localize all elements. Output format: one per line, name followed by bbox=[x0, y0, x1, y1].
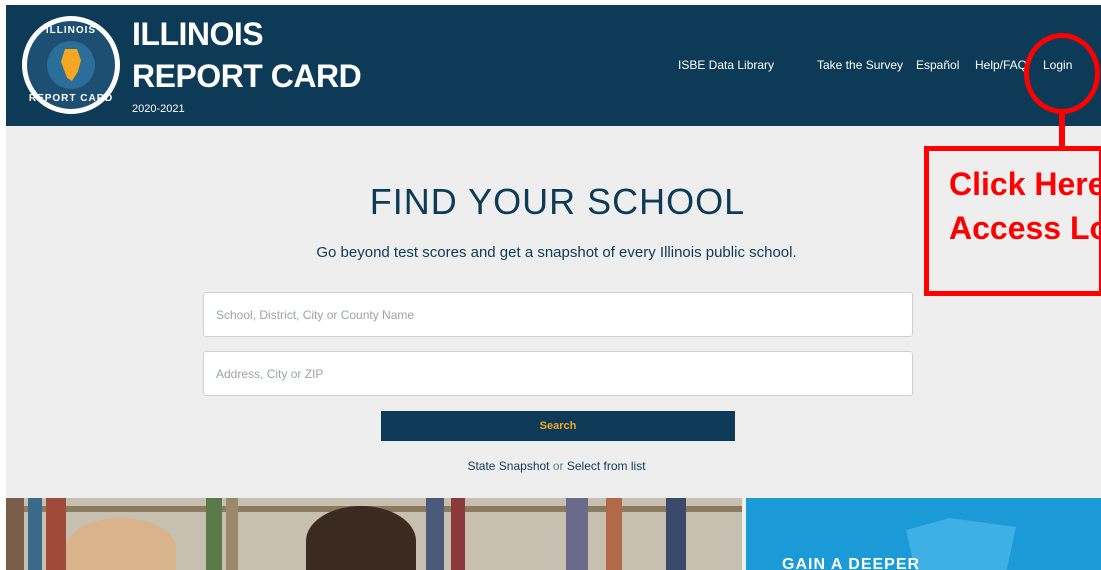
address-field[interactable] bbox=[203, 351, 913, 396]
hero-photo bbox=[6, 498, 742, 570]
page: ILLINOIS REPORT CARD ILLINOIS REPORT CAR… bbox=[6, 5, 1101, 570]
book bbox=[206, 498, 222, 570]
book bbox=[28, 498, 42, 570]
annotation-circle bbox=[1024, 33, 1100, 114]
book bbox=[566, 498, 588, 570]
brand-title-line2[interactable]: REPORT CARD bbox=[132, 59, 362, 93]
search-button[interactable]: Search bbox=[381, 411, 735, 441]
alt-links: State Snapshot or Select from list bbox=[6, 459, 1101, 473]
page-title: FIND YOUR SCHOOL bbox=[369, 181, 746, 222]
school-name-input[interactable] bbox=[204, 293, 912, 336]
nav-help-faq[interactable]: Help/FAQ bbox=[975, 58, 1027, 76]
book bbox=[426, 498, 444, 570]
book bbox=[226, 498, 238, 570]
school-name-field[interactable] bbox=[203, 292, 913, 337]
site-header: ILLINOIS REPORT CARD ILLINOIS REPORT CAR… bbox=[6, 5, 1101, 126]
book bbox=[451, 498, 465, 570]
nav-isbe-data-library[interactable]: ISBE Data Library bbox=[678, 58, 774, 76]
student-photo bbox=[66, 518, 176, 570]
teacher-photo bbox=[306, 506, 416, 570]
address-input[interactable] bbox=[204, 352, 912, 395]
promo-heading: GAIN A DEEPER bbox=[782, 556, 921, 570]
illinois-state-icon bbox=[61, 49, 81, 81]
promo-panel[interactable]: GAIN A DEEPER bbox=[746, 498, 1101, 570]
book bbox=[6, 498, 24, 570]
select-from-list-link[interactable]: Select from list bbox=[567, 459, 646, 473]
page-subtitle: Go beyond test scores and get a snapshot… bbox=[316, 244, 797, 261]
brand-title-line1[interactable]: ILLINOIS bbox=[132, 17, 264, 51]
report-card-logo[interactable]: ILLINOIS REPORT CARD bbox=[22, 16, 120, 114]
state-snapshot-link[interactable]: State Snapshot bbox=[467, 459, 549, 473]
illinois-map-icon bbox=[906, 518, 1016, 570]
links-separator: or bbox=[552, 459, 564, 473]
logo-ring: ILLINOIS REPORT CARD bbox=[27, 21, 115, 109]
report-year: 2020-2021 bbox=[132, 103, 185, 115]
logo-emblem bbox=[47, 41, 95, 89]
annotation-connector bbox=[1059, 114, 1065, 146]
logo-text-top: ILLINOIS bbox=[45, 25, 97, 36]
nav-espanol[interactable]: Español bbox=[916, 58, 959, 76]
book bbox=[666, 498, 686, 570]
nav-take-the-survey[interactable]: Take the Survey bbox=[817, 58, 903, 76]
logo-text-bottom: REPORT CARD bbox=[28, 93, 114, 104]
book bbox=[606, 498, 622, 570]
book bbox=[46, 498, 66, 570]
